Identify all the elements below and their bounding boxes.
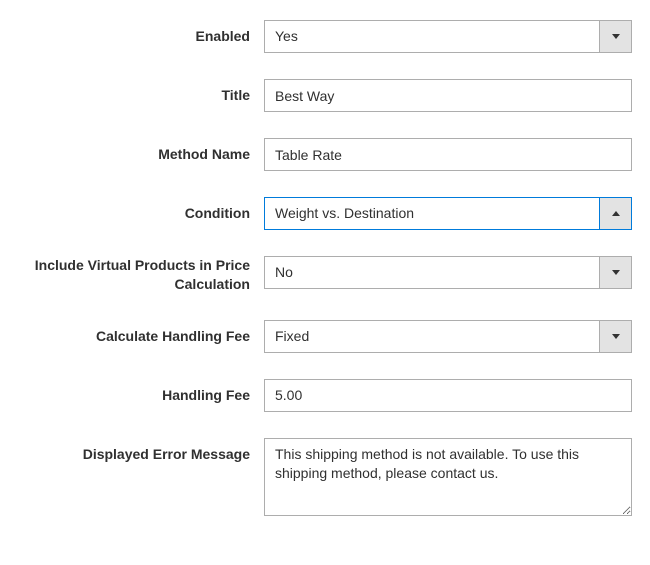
error-msg-label: Displayed Error Message <box>10 438 264 462</box>
include-virtual-select[interactable]: No <box>264 256 632 289</box>
enabled-select[interactable]: Yes <box>264 20 632 53</box>
include-virtual-dropdown-button[interactable] <box>599 256 632 289</box>
calc-handling-label: Calculate Handling Fee <box>10 320 264 344</box>
chevron-down-icon <box>612 334 620 339</box>
title-input[interactable] <box>264 79 632 112</box>
chevron-down-icon <box>612 270 620 275</box>
title-label: Title <box>10 79 264 103</box>
method-name-input[interactable] <box>264 138 632 171</box>
enabled-label: Enabled <box>10 20 264 44</box>
enabled-dropdown-button[interactable] <box>599 20 632 53</box>
chevron-up-icon <box>612 211 620 216</box>
calc-handling-value: Fixed <box>264 320 599 353</box>
handling-fee-input[interactable] <box>264 379 632 412</box>
include-virtual-label: Include Virtual Products in Price Calcul… <box>10 256 264 294</box>
condition-dropdown-button[interactable] <box>599 197 632 230</box>
calc-handling-select[interactable]: Fixed <box>264 320 632 353</box>
condition-value: Weight vs. Destination <box>264 197 599 230</box>
include-virtual-value: No <box>264 256 599 289</box>
enabled-value: Yes <box>264 20 599 53</box>
method-name-label: Method Name <box>10 138 264 162</box>
condition-label: Condition <box>10 197 264 221</box>
condition-select[interactable]: Weight vs. Destination <box>264 197 632 230</box>
handling-fee-label: Handling Fee <box>10 379 264 403</box>
error-msg-textarea[interactable] <box>264 438 632 516</box>
chevron-down-icon <box>612 34 620 39</box>
calc-handling-dropdown-button[interactable] <box>599 320 632 353</box>
